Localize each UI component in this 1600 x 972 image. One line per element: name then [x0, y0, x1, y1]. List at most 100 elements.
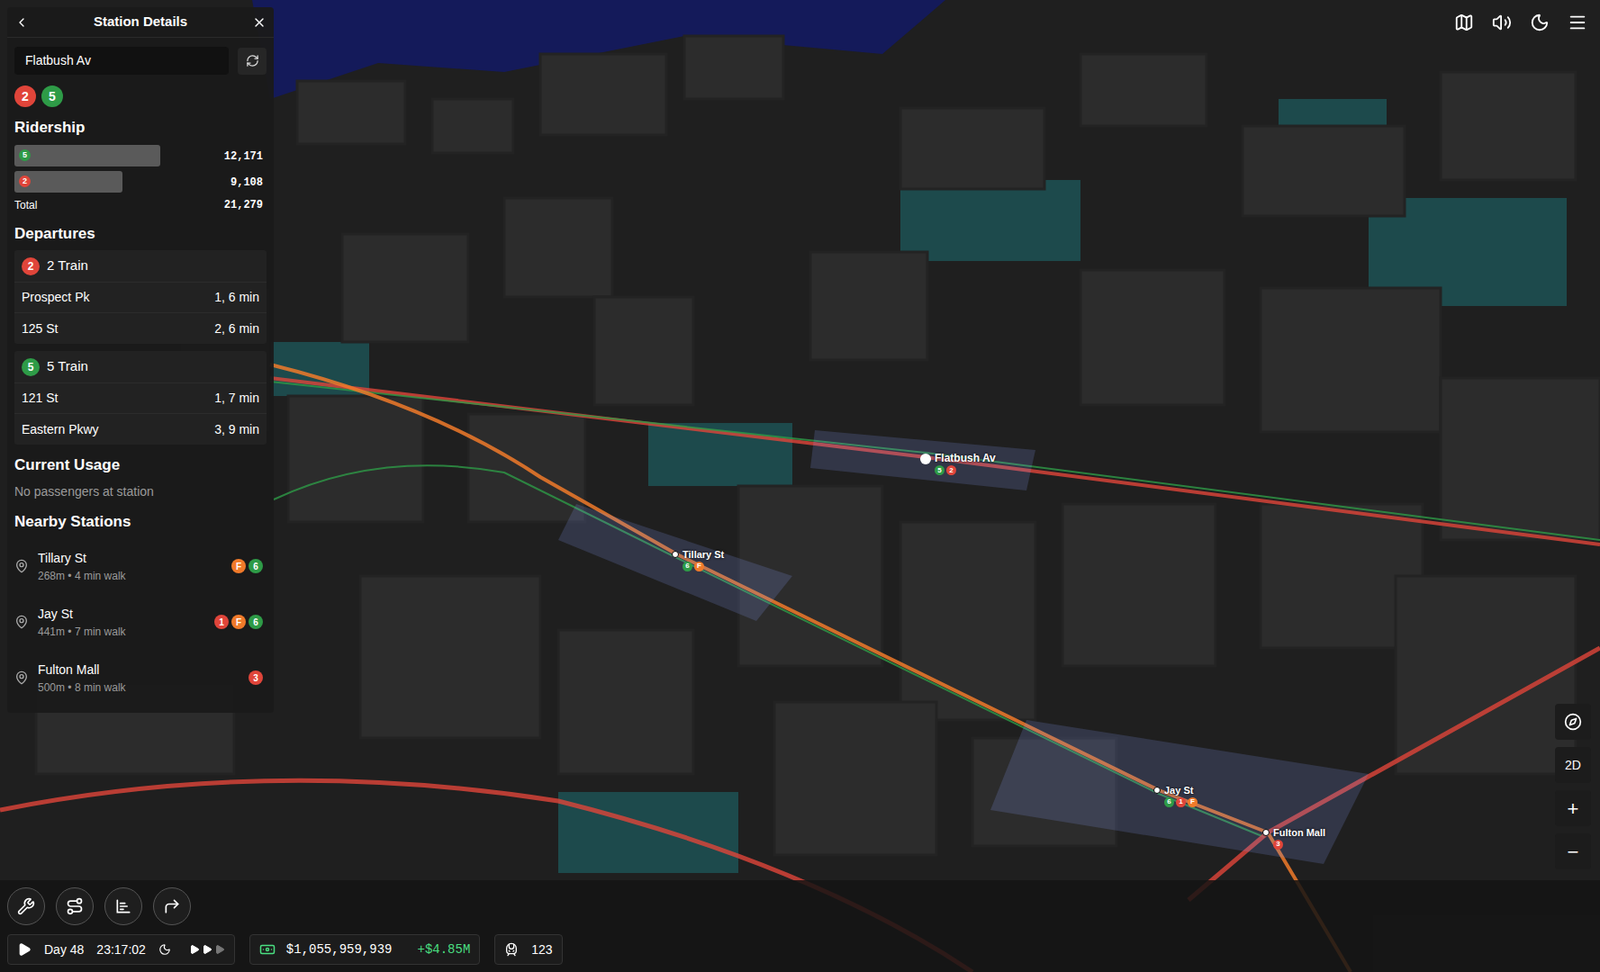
panel-header: Station Details — [7, 7, 274, 38]
money-change: +$4.85M — [402, 940, 471, 960]
departure-row[interactable]: 121 St1, 7 min — [14, 383, 267, 415]
speed-icon — [189, 944, 200, 956]
line-badge: F — [1187, 797, 1198, 808]
departure-row[interactable]: 125 St2, 6 min — [14, 313, 267, 344]
nearby-station[interactable]: Tillary St268m • 4 min walkF6 — [14, 538, 267, 595]
station-name: Tillary St — [682, 549, 724, 562]
menu-icon[interactable] — [1567, 12, 1588, 33]
zoom-out-button[interactable]: − — [1554, 833, 1591, 870]
departure-group: 5 5 Train 121 St1, 7 minEastern Pkwy3, 9 m… — [14, 351, 267, 445]
station-pin[interactable]: Flatbush Av52 — [920, 451, 996, 476]
station-dot — [1262, 829, 1270, 837]
line-badge: 3 — [1273, 840, 1284, 850]
departure-row[interactable]: Prospect Pk1, 6 min — [14, 282, 267, 314]
departure-group: 2 2 Train Prospect Pk1, 6 min125 St2, 6 mi… — [14, 250, 267, 344]
ridership-value: 12,171 — [224, 148, 263, 165]
line-badge: 6 — [1164, 797, 1175, 808]
top-right-controls — [1454, 12, 1588, 33]
ridership-bar: 5 — [14, 144, 161, 167]
line-badge: 5 — [21, 358, 40, 377]
game-screen: Flatbush Av52Tillary St6FJay St61FFulton… — [0, 0, 1600, 972]
station-line-badge: 2 — [14, 85, 37, 108]
zoom-in-button[interactable]: + — [1554, 790, 1591, 827]
nearby-station[interactable]: Fulton Mall500m • 8 min walk 3 — [14, 650, 267, 706]
refresh-button[interactable] — [237, 47, 267, 75]
current-usage-title: Current Usage — [7, 444, 274, 483]
panel-title: Station Details — [93, 11, 188, 33]
line-badge: 1 — [1175, 797, 1186, 808]
money: $1,055,959,939 — [286, 940, 393, 960]
view-toggle[interactable]: 2D — [1554, 747, 1591, 784]
toolbar — [7, 887, 1593, 926]
line-badge: F — [231, 614, 246, 630]
departure-train: 2 Train — [46, 255, 89, 277]
station-dot — [920, 453, 932, 465]
day-label: Day 48 — [44, 940, 84, 960]
departure-row[interactable]: Eastern Pkwy3, 9 min — [14, 414, 267, 445]
money-icon — [259, 941, 276, 959]
line-badge: 1 — [214, 614, 229, 630]
play-icon[interactable] — [17, 942, 32, 958]
speed-icon — [214, 944, 226, 956]
line-badge: 2 — [21, 257, 40, 276]
ridership-title: Ridership — [7, 107, 274, 145]
nearby-detail: 500m • 8 min walk — [37, 679, 240, 697]
speed-icon — [201, 944, 213, 956]
tool-button[interactable] — [7, 887, 46, 926]
ridership-row: 2 9,108 — [14, 171, 267, 194]
ridership-bar: 2 — [14, 171, 123, 193]
station-details-panel: Station DetailsFlatbush Av25Ridership512… — [7, 7, 274, 714]
sound-icon[interactable] — [1491, 12, 1512, 33]
line-badge: 5 — [934, 465, 945, 476]
ridership-value: 9,108 — [230, 174, 263, 191]
train-count: 123 — [494, 934, 562, 966]
ridership-total: Total21,279 — [14, 197, 267, 214]
line-badge: 6 — [248, 614, 263, 630]
line-badge: 5 — [18, 149, 31, 162]
station-name: Fulton Mall — [1273, 827, 1326, 841]
bottom-area: Day 48 23:17:02 $1,055,959,939 +$4.85M 123 — [0, 880, 1600, 972]
line-badge: 6 — [682, 561, 693, 572]
compass-icon — [1563, 713, 1582, 732]
nearby-station[interactable]: Jay St441m • 7 min walk 1F6 — [14, 594, 267, 651]
line-badge: 3 — [248, 670, 263, 686]
line-badge: F — [694, 561, 705, 572]
clock: 23:17:02 — [96, 940, 146, 960]
station-pin[interactable]: Fulton Mall3 — [1262, 827, 1326, 850]
map-icon[interactable] — [1454, 12, 1474, 33]
line-badge: 2 — [18, 175, 31, 188]
ridership-row: 5 12,171 — [14, 144, 267, 168]
tool-button[interactable] — [55, 887, 94, 926]
chart-icon — [114, 897, 133, 916]
train-icon — [504, 942, 519, 958]
status-bar: Day 48 23:17:02 $1,055,959,939 +$4.85M 123 — [7, 934, 1593, 966]
station-search[interactable]: Flatbush Av — [14, 46, 229, 75]
route-icon — [65, 897, 84, 916]
share-icon — [162, 897, 181, 916]
nearby-detail: 441m • 7 min walk — [37, 623, 206, 641]
pin-icon — [14, 670, 29, 686]
close-icon[interactable] — [252, 15, 267, 30]
map-controls: 2D + − — [1554, 704, 1591, 870]
pin-icon — [14, 559, 29, 574]
departure-train: 5 Train — [46, 356, 89, 378]
compass-button[interactable] — [1554, 704, 1591, 741]
speed-control[interactable] — [183, 944, 226, 956]
line-badge: 6 — [248, 559, 263, 574]
departures-title: Departures — [7, 213, 274, 252]
station-pin[interactable]: Tillary St6F — [671, 549, 724, 572]
station-line-badge: 5 — [41, 85, 64, 108]
station-pin[interactable]: Jay St61F — [1153, 785, 1198, 808]
nearby-name: Jay St — [37, 605, 206, 624]
refresh-icon — [245, 54, 260, 68]
station-dot — [1153, 786, 1161, 795]
moon-icon[interactable] — [1529, 12, 1550, 33]
back-icon[interactable] — [14, 15, 29, 30]
tool-button[interactable] — [104, 887, 143, 926]
time-control: Day 48 23:17:02 — [7, 934, 236, 966]
nearby-detail: 268m • 4 min walk — [37, 568, 223, 585]
tool-button[interactable] — [153, 887, 191, 926]
nearby-name: Tillary St — [37, 549, 223, 569]
nearby-name: Fulton Mall — [37, 660, 240, 680]
current-usage-message: No passengers at station — [7, 482, 274, 502]
